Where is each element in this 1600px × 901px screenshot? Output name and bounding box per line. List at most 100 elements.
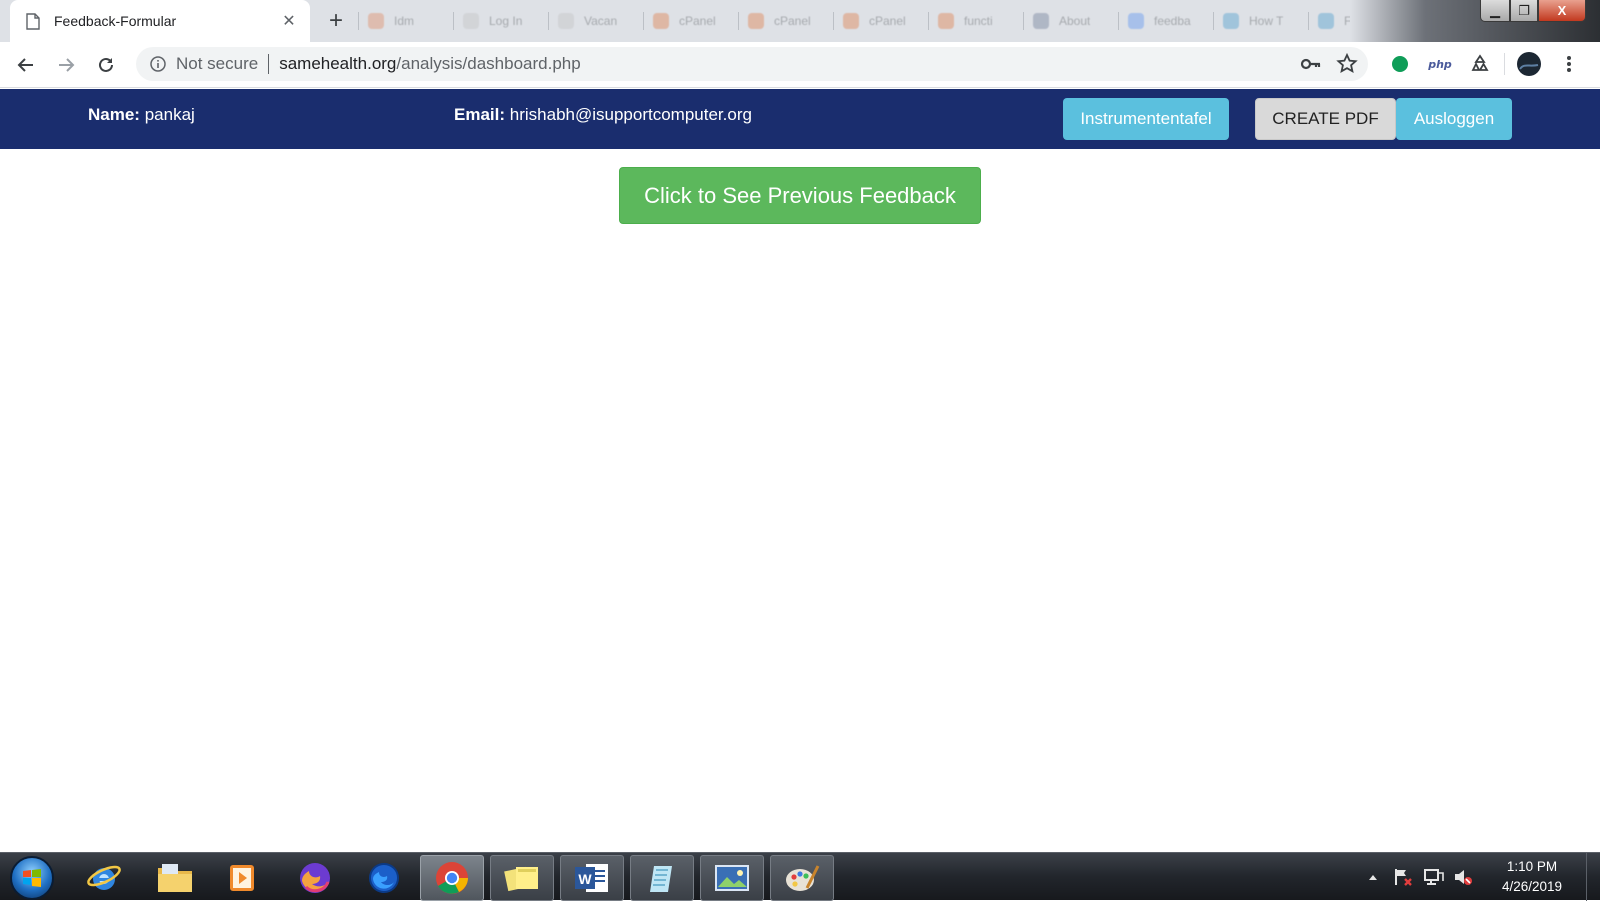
windows-logo-icon <box>23 869 41 887</box>
firefox-icon[interactable] <box>352 855 416 901</box>
tab-separator <box>738 12 739 30</box>
minimize-button[interactable]: ▁ <box>1480 0 1510 22</box>
background-tab[interactable]: How T <box>1215 6 1307 36</box>
tab-favicon-icon <box>843 13 859 29</box>
show-hidden-icons-icon[interactable] <box>1358 862 1388 892</box>
background-tab[interactable]: Vacan <box>550 6 642 36</box>
tab-favicon-icon <box>1223 13 1239 29</box>
background-tab-label: Fo <box>1344 14 1359 28</box>
info-icon[interactable] <box>150 56 166 72</box>
previous-feedback-button[interactable]: Click to See Previous Feedback <box>619 167 981 224</box>
background-tab-label: feedba <box>1154 14 1191 28</box>
create-pdf-button[interactable]: CREATE PDF <box>1255 98 1396 140</box>
tab-favicon-icon <box>653 13 669 29</box>
toolbar-divider <box>1504 53 1505 75</box>
omnibox-actions <box>1300 52 1358 76</box>
new-tab-button[interactable]: + <box>322 8 350 36</box>
internet-explorer-icon[interactable] <box>72 855 136 901</box>
recycle-extension-icon[interactable] <box>1460 47 1500 81</box>
paint-icon[interactable] <box>770 855 834 901</box>
background-tab[interactable]: Fo <box>1310 6 1402 36</box>
background-tab[interactable]: Idm <box>360 6 452 36</box>
tab-separator <box>1118 12 1119 30</box>
tab-separator <box>928 12 929 30</box>
tab-separator <box>1213 12 1214 30</box>
tab-favicon-icon <box>1033 13 1049 29</box>
background-tab[interactable]: About <box>1025 6 1117 36</box>
background-tab-label: cPanel <box>679 14 716 28</box>
page-header: Name: pankaj Email: hrishabh@isupportcom… <box>0 89 1600 149</box>
chrome-icon[interactable] <box>420 855 484 901</box>
user-email: Email: hrishabh@isupportcomputer.org <box>454 105 752 125</box>
volume-muted-icon[interactable] <box>1448 862 1478 892</box>
page-icon <box>26 12 40 30</box>
background-tab-label: cPanel <box>774 14 811 28</box>
maximize-button[interactable]: ❐ <box>1510 0 1538 22</box>
name-label: Name: <box>88 105 140 124</box>
tab-close-icon[interactable]: ✕ <box>280 11 298 31</box>
tab-favicon-icon <box>938 13 954 29</box>
action-center-flag-icon[interactable] <box>1388 862 1418 892</box>
clock-date: 4/26/2019 <box>1501 879 1563 894</box>
browser-tab-strip: Idm Log In Vacan cPanel cPanel cPanel functi Ab… <box>0 0 1600 42</box>
browser-toolbar: Not secure samehealth.org/analysis/dashb… <box>0 42 1600 88</box>
tab-title: Feedback-Formular <box>54 13 177 29</box>
svg-text:W: W <box>578 871 592 887</box>
background-tab[interactable]: feedba <box>1120 6 1212 36</box>
php-extension-icon[interactable]: php <box>1420 47 1460 81</box>
tab-favicon-icon <box>558 13 574 29</box>
background-tab[interactable]: cPanel <box>835 6 927 36</box>
background-tab-label: About <box>1059 14 1091 28</box>
tab-favicon-icon <box>1318 13 1334 29</box>
reload-button[interactable] <box>86 45 126 85</box>
taskbar-clock[interactable]: 1:10 PM 4/26/2019 <box>1484 857 1580 897</box>
background-tab[interactable]: Log In <box>455 6 547 36</box>
tab-favicon-icon <box>748 13 764 29</box>
url-path[interactable]: /analysis/dashboard.php <box>396 54 580 74</box>
clock-time: 1:10 PM <box>1506 859 1558 874</box>
tab-separator <box>358 12 359 30</box>
windows-taskbar: W 1:10 PM 4/26/2019 <box>0 852 1600 901</box>
tab-feedback-formular[interactable]: Feedback-Formular ✕ <box>10 0 310 42</box>
tab-separator <box>833 12 834 30</box>
background-tab-label: Idm <box>394 14 415 28</box>
profile-avatar[interactable] <box>1509 47 1549 81</box>
bookmark-star-icon[interactable] <box>1336 52 1358 76</box>
media-player-icon[interactable] <box>210 855 274 901</box>
logout-button[interactable]: Ausloggen <box>1396 98 1512 140</box>
back-button[interactable] <box>6 45 46 85</box>
tab-separator <box>453 12 454 30</box>
user-name: Name: pankaj <box>88 105 195 125</box>
sticky-notes-icon[interactable] <box>490 855 554 901</box>
dashboard-button[interactable]: Instrumententafel <box>1063 98 1229 140</box>
tab-separator <box>548 12 549 30</box>
green-extension-icon[interactable] <box>1380 47 1420 81</box>
firefox-nightly-icon[interactable] <box>283 855 347 901</box>
php-label: php <box>1428 57 1452 71</box>
start-button[interactable] <box>10 856 54 900</box>
word-icon[interactable]: W <box>560 855 624 901</box>
tab-favicon-icon <box>463 13 479 29</box>
close-window-button[interactable]: X <box>1538 0 1586 22</box>
network-icon[interactable] <box>1418 862 1448 892</box>
key-icon[interactable] <box>1300 52 1322 76</box>
window-controls: ▁ ❐ X <box>1480 0 1586 22</box>
tab-separator <box>643 12 644 30</box>
file-explorer-icon[interactable] <box>143 855 207 901</box>
forward-button[interactable] <box>46 45 86 85</box>
omnibox-divider <box>268 54 270 74</box>
url-host[interactable]: samehealth.org <box>279 54 396 74</box>
security-label[interactable]: Not secure <box>176 54 258 74</box>
tab-separator <box>1308 12 1309 30</box>
background-tab[interactable]: cPanel <box>645 6 737 36</box>
background-tab[interactable]: cPanel <box>740 6 832 36</box>
show-desktop-button[interactable] <box>1586 853 1600 901</box>
photo-viewer-icon[interactable] <box>700 855 764 901</box>
browser-menu-button[interactable] <box>1549 47 1589 81</box>
email-label: Email: <box>454 105 506 124</box>
background-tab-label: functi <box>964 14 993 28</box>
notepad-icon[interactable] <box>630 855 694 901</box>
address-bar[interactable]: Not secure samehealth.org/analysis/dashb… <box>136 47 1368 81</box>
reload-icon <box>99 57 113 72</box>
background-tab[interactable]: functi <box>930 6 1022 36</box>
